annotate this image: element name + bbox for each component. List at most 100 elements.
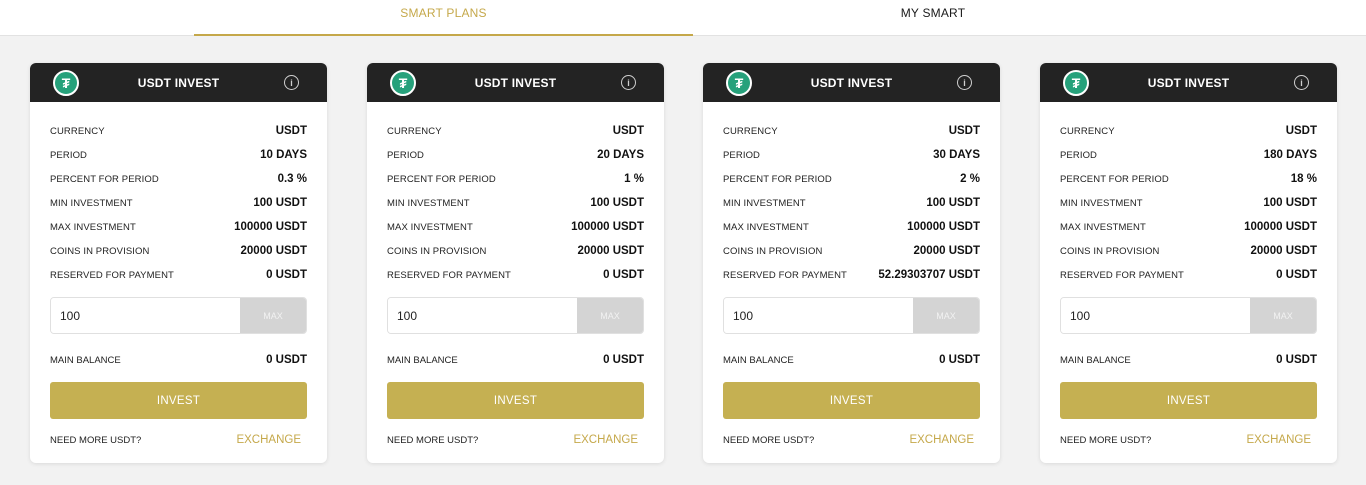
main-balance-row: MAIN BALANCE 0 USDT xyxy=(387,348,644,372)
period-row: PERIOD 20 DAYS xyxy=(387,143,644,167)
tether-icon: ₮ xyxy=(1063,70,1089,96)
need-more-text: NEED MORE USDT? xyxy=(723,434,815,446)
period-label: PERIOD xyxy=(723,149,761,161)
plan-card: ₮ USDT INVEST i CURRENCY USDT PERIOD 20 DA… xyxy=(367,63,664,463)
max-button[interactable]: MAX xyxy=(240,298,306,333)
exchange-link[interactable]: EXCHANGE xyxy=(909,434,974,446)
reserved-payment-row: RESERVED FOR PAYMENT 0 USDT xyxy=(1060,263,1317,287)
reserved-payment-value: 0 USDT xyxy=(1276,269,1317,281)
amount-input[interactable] xyxy=(1061,298,1250,333)
period-value: 30 DAYS xyxy=(933,149,980,161)
reserved-payment-row: RESERVED FOR PAYMENT 0 USDT xyxy=(50,263,307,287)
max-button[interactable]: MAX xyxy=(1250,298,1316,333)
min-investment-value: 100 USDT xyxy=(590,197,644,209)
percent-value: 1 % xyxy=(624,173,644,185)
coins-provision-label: COINS IN PROVISION xyxy=(1060,245,1160,257)
max-investment-value: 100000 USDT xyxy=(907,221,980,233)
min-investment-row: MIN INVESTMENT 100 USDT xyxy=(50,191,307,215)
main-balance-label: MAIN BALANCE xyxy=(723,354,794,366)
coins-provision-label: COINS IN PROVISION xyxy=(723,245,823,257)
need-more-text: NEED MORE USDT? xyxy=(387,434,479,446)
max-investment-row: MAX INVESTMENT 100000 USDT xyxy=(1060,215,1317,239)
card-header: ₮ USDT INVEST i xyxy=(30,63,327,102)
invest-button[interactable]: INVEST xyxy=(387,382,644,419)
period-value: 10 DAYS xyxy=(260,149,307,161)
info-icon[interactable]: i xyxy=(284,75,299,90)
card-title: USDT INVEST xyxy=(1147,75,1230,90)
card-header: ₮ USDT INVEST i xyxy=(703,63,1000,102)
info-icon[interactable]: i xyxy=(957,75,972,90)
currency-value: USDT xyxy=(612,125,644,137)
min-investment-label: MIN INVESTMENT xyxy=(1060,197,1143,209)
main-balance-label: MAIN BALANCE xyxy=(387,354,458,366)
amount-input[interactable] xyxy=(388,298,577,333)
tab-smart-plans[interactable]: SMART PLANS xyxy=(194,0,693,36)
reserved-payment-label: RESERVED FOR PAYMENT xyxy=(387,269,511,281)
info-icon[interactable]: i xyxy=(621,75,636,90)
need-more-text: NEED MORE USDT? xyxy=(50,434,142,446)
percent-value: 0.3 % xyxy=(277,173,307,185)
max-button[interactable]: MAX xyxy=(913,298,979,333)
percent-row: PERCENT FOR PERIOD 0.3 % xyxy=(50,167,307,191)
period-label: PERIOD xyxy=(50,149,88,161)
coins-provision-label: COINS IN PROVISION xyxy=(387,245,487,257)
min-investment-label: MIN INVESTMENT xyxy=(723,197,806,209)
coins-provision-value: 20000 USDT xyxy=(1250,245,1317,257)
max-investment-value: 100000 USDT xyxy=(571,221,644,233)
exchange-link[interactable]: EXCHANGE xyxy=(1246,434,1311,446)
max-button[interactable]: MAX xyxy=(577,298,643,333)
reserved-payment-label: RESERVED FOR PAYMENT xyxy=(723,269,847,281)
tab-bar: SMART PLANS MY SMART xyxy=(0,0,1366,36)
card-header: ₮ USDT INVEST i xyxy=(367,63,664,102)
currency-value: USDT xyxy=(948,125,980,137)
max-investment-value: 100000 USDT xyxy=(1244,221,1317,233)
card-title: USDT INVEST xyxy=(474,75,557,90)
tab-my-smart[interactable]: MY SMART xyxy=(693,0,1173,36)
info-icon[interactable]: i xyxy=(1294,75,1309,90)
card-footer: NEED MORE USDT? EXCHANGE xyxy=(1060,430,1311,450)
exchange-link[interactable]: EXCHANGE xyxy=(573,434,638,446)
min-investment-row: MIN INVESTMENT 100 USDT xyxy=(723,191,980,215)
max-investment-label: MAX INVESTMENT xyxy=(50,221,136,233)
period-label: PERIOD xyxy=(387,149,425,161)
plan-card: ₮ USDT INVEST i CURRENCY USDT PERIOD 10 DA… xyxy=(30,63,327,463)
period-value: 20 DAYS xyxy=(597,149,644,161)
exchange-link[interactable]: EXCHANGE xyxy=(236,434,301,446)
percent-label: PERCENT FOR PERIOD xyxy=(723,173,832,185)
max-investment-row: MAX INVESTMENT 100000 USDT xyxy=(50,215,307,239)
max-investment-label: MAX INVESTMENT xyxy=(723,221,809,233)
amount-input-group: MAX xyxy=(50,297,307,334)
main-balance-row: MAIN BALANCE 0 USDT xyxy=(1060,348,1317,372)
max-investment-row: MAX INVESTMENT 100000 USDT xyxy=(723,215,980,239)
percent-value: 2 % xyxy=(960,173,980,185)
min-investment-label: MIN INVESTMENT xyxy=(50,197,133,209)
currency-row: CURRENCY USDT xyxy=(387,119,644,143)
coins-provision-row: COINS IN PROVISION 20000 USDT xyxy=(723,239,980,263)
card-footer: NEED MORE USDT? EXCHANGE xyxy=(723,430,974,450)
reserved-payment-label: RESERVED FOR PAYMENT xyxy=(50,269,174,281)
currency-value: USDT xyxy=(1285,125,1317,137)
percent-row: PERCENT FOR PERIOD 1 % xyxy=(387,167,644,191)
coins-provision-row: COINS IN PROVISION 20000 USDT xyxy=(50,239,307,263)
min-investment-value: 100 USDT xyxy=(926,197,980,209)
amount-input[interactable] xyxy=(724,298,913,333)
reserved-payment-row: RESERVED FOR PAYMENT 52.29303707 USDT xyxy=(723,263,980,287)
amount-input[interactable] xyxy=(51,298,240,333)
period-label: PERIOD xyxy=(1060,149,1098,161)
max-investment-value: 100000 USDT xyxy=(234,221,307,233)
card-header: ₮ USDT INVEST i xyxy=(1040,63,1337,102)
card-footer: NEED MORE USDT? EXCHANGE xyxy=(50,430,301,450)
percent-row: PERCENT FOR PERIOD 18 % xyxy=(1060,167,1317,191)
reserved-payment-value: 0 USDT xyxy=(266,269,307,281)
min-investment-value: 100 USDT xyxy=(1263,197,1317,209)
main-balance-label: MAIN BALANCE xyxy=(50,354,121,366)
plan-card: ₮ USDT INVEST i CURRENCY USDT PERIOD 180 D… xyxy=(1040,63,1337,463)
reserved-payment-label: RESERVED FOR PAYMENT xyxy=(1060,269,1184,281)
invest-button[interactable]: INVEST xyxy=(50,382,307,419)
invest-button[interactable]: INVEST xyxy=(723,382,980,419)
percent-row: PERCENT FOR PERIOD 2 % xyxy=(723,167,980,191)
currency-value: USDT xyxy=(275,125,307,137)
invest-button[interactable]: INVEST xyxy=(1060,382,1317,419)
amount-input-group: MAX xyxy=(387,297,644,334)
plan-card: ₮ USDT INVEST i CURRENCY USDT PERIOD 30 DA… xyxy=(703,63,1000,463)
